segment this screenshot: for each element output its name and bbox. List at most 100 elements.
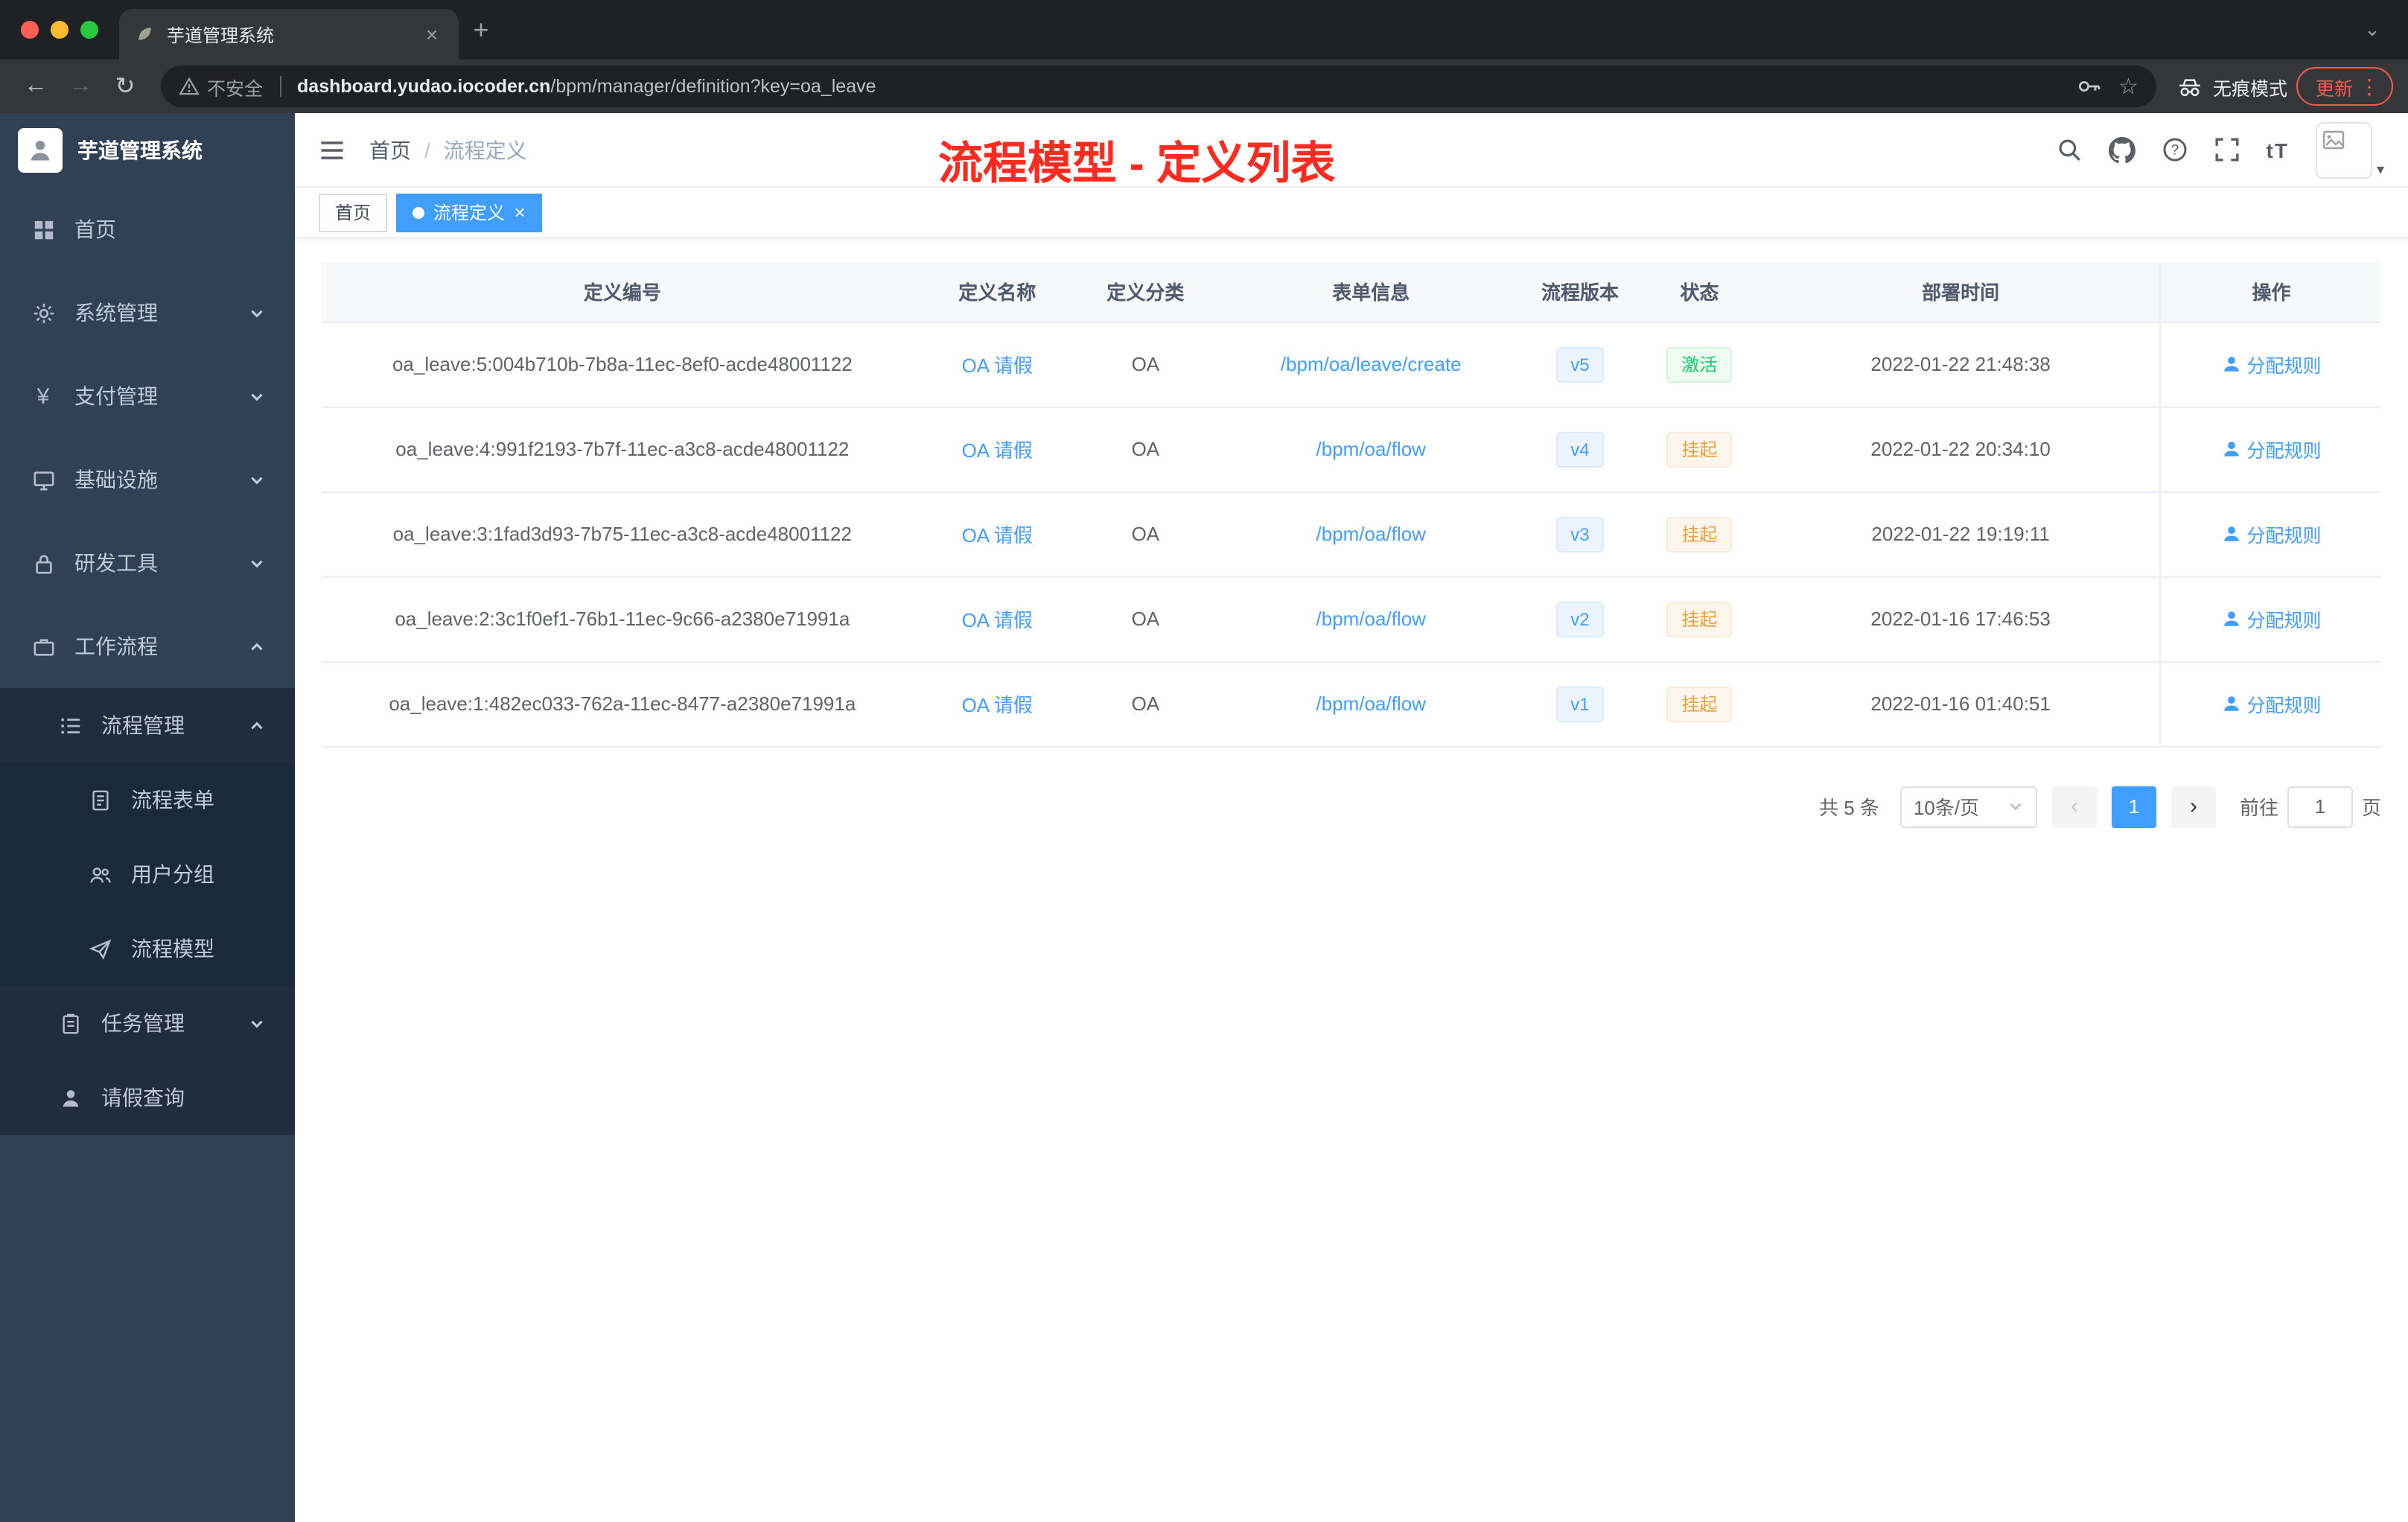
font-size-icon[interactable]: tT bbox=[2267, 138, 2289, 162]
form-info-link[interactable]: /bpm/oa/leave/create bbox=[1281, 353, 1462, 375]
sidebar-item-leave-query[interactable]: 请假查询 bbox=[0, 1060, 295, 1135]
search-icon[interactable] bbox=[2057, 137, 2082, 162]
status-badge: 挂起 bbox=[1666, 601, 1733, 637]
page-content: 定义编号 定义名称 定义分类 表单信息 流程版本 状态 部署时间 操作 oa_l… bbox=[295, 238, 2408, 1522]
sidebar-item-task-management[interactable]: 任务管理 bbox=[0, 986, 295, 1060]
definition-category: OA bbox=[1131, 608, 1160, 630]
definition-category: OA bbox=[1131, 523, 1160, 545]
tag-label: 首页 bbox=[335, 203, 372, 223]
sidebar-item-home[interactable]: 首页 bbox=[0, 188, 295, 271]
user-avatar-menu[interactable]: ▾ bbox=[2315, 121, 2384, 178]
address-bar[interactable]: 不安全 dashboard.yudao.iocoder.cn/bpm/manag… bbox=[161, 66, 2156, 107]
home-icon bbox=[30, 218, 57, 241]
tab-close-icon[interactable]: × bbox=[420, 22, 444, 46]
sidebar-item-label: 支付管理 bbox=[74, 384, 158, 408]
sidebar-item-workflow[interactable]: 工作流程 bbox=[0, 605, 295, 688]
bookmark-star-icon[interactable]: ☆ bbox=[2118, 73, 2138, 100]
help-icon[interactable]: ? bbox=[2162, 137, 2188, 162]
reload-button[interactable]: ↻ bbox=[104, 66, 146, 107]
sidebar-item-user-group[interactable]: 用户分组 bbox=[0, 837, 295, 911]
document-icon bbox=[86, 789, 113, 811]
status-badge: 挂起 bbox=[1666, 516, 1733, 552]
sidebar-item-process-model[interactable]: 流程模型 bbox=[0, 911, 295, 986]
password-key-icon[interactable] bbox=[2077, 74, 2100, 98]
definition-name-link[interactable]: OA 请假 bbox=[962, 694, 1033, 716]
assign-rule-label: 分配规则 bbox=[2246, 611, 2322, 631]
assign-rule-link[interactable]: 分配规则 bbox=[2221, 605, 2321, 633]
sidebar: 芋道管理系统 首页 系统管理 ¥ 支付管理 基础设施 研发工具 工作流程 流程管… bbox=[0, 113, 295, 1522]
breadcrumb-home[interactable]: 首页 bbox=[369, 135, 411, 165]
sidebar-item-system[interactable]: 系统管理 bbox=[0, 271, 295, 354]
tag-home[interactable]: 首页 bbox=[319, 193, 388, 232]
column-definition-name: 定义名称 bbox=[923, 262, 1071, 322]
lock-icon bbox=[30, 552, 57, 574]
chevron-down-icon bbox=[249, 305, 265, 321]
navbar-actions: ? tT ▾ bbox=[2057, 121, 2384, 178]
assign-rule-link[interactable]: 分配规则 bbox=[2221, 520, 2321, 548]
minimize-window-button[interactable] bbox=[51, 21, 69, 39]
chevron-down-icon bbox=[249, 388, 265, 404]
assign-rule-link[interactable]: 分配规则 bbox=[2221, 350, 2321, 378]
clipboard-icon bbox=[57, 1012, 83, 1034]
app-logo[interactable]: 芋道管理系统 bbox=[0, 113, 295, 188]
back-button[interactable]: ← bbox=[15, 66, 57, 107]
table-row: oa_leave:2:3c1f0ef1-76b1-11ec-9c66-a2380… bbox=[322, 576, 2381, 662]
form-info-link[interactable]: /bpm/oa/flow bbox=[1316, 608, 1426, 630]
close-window-button[interactable] bbox=[21, 21, 39, 39]
sidebar-item-dev-tools[interactable]: 研发工具 bbox=[0, 521, 295, 605]
status-badge: 挂起 bbox=[1666, 686, 1733, 722]
column-process-version: 流程版本 bbox=[1522, 262, 1638, 322]
workflow-submenu: 流程管理 流程表单 用户分组 流程模型 任务管理 请假查询 bbox=[0, 688, 295, 1135]
gear-icon bbox=[30, 302, 57, 324]
tags-view: 首页 流程定义 × bbox=[295, 188, 2408, 238]
deploy-time: 2022-01-22 21:48:38 bbox=[1870, 353, 2051, 375]
main-panel: 流程模型 - 定义列表 首页 / 流程定义 ? tT ▾ 首页 流程定义 × 定… bbox=[295, 113, 2408, 1522]
sidebar-item-payment[interactable]: ¥ 支付管理 bbox=[0, 354, 295, 438]
github-icon[interactable] bbox=[2108, 136, 2135, 163]
security-status[interactable]: 不安全 bbox=[179, 72, 263, 101]
form-info-link[interactable]: /bpm/oa/flow bbox=[1316, 523, 1426, 545]
page-1-button[interactable]: 1 bbox=[2111, 786, 2156, 827]
zoom-window-button[interactable] bbox=[80, 21, 98, 39]
next-page-button[interactable]: › bbox=[2170, 786, 2216, 827]
version-tag: v2 bbox=[1555, 601, 1605, 637]
sidebar-item-label: 研发工具 bbox=[74, 551, 158, 575]
form-info-link[interactable]: /bpm/oa/flow bbox=[1316, 438, 1426, 460]
user-icon bbox=[2221, 609, 2240, 628]
breadcrumb-separator: / bbox=[424, 138, 430, 162]
form-info-link[interactable]: /bpm/oa/flow bbox=[1316, 692, 1426, 715]
definition-name-link[interactable]: OA 请假 bbox=[962, 439, 1033, 462]
user-icon bbox=[2221, 524, 2240, 544]
sidebar-item-process-management[interactable]: 流程管理 bbox=[0, 688, 295, 762]
tag-close-icon[interactable]: × bbox=[514, 201, 525, 223]
browser-tab[interactable]: 芋道管理系统 × bbox=[119, 9, 459, 60]
definition-name-link[interactable]: OA 请假 bbox=[962, 609, 1033, 631]
tab-search-chevron-icon[interactable]: ⌄ bbox=[2351, 18, 2393, 42]
deploy-time: 2022-01-16 17:46:53 bbox=[1870, 608, 2051, 630]
assign-rule-link[interactable]: 分配规则 bbox=[2221, 690, 2321, 718]
sidebar-item-infrastructure[interactable]: 基础设施 bbox=[0, 438, 295, 521]
sidebar-item-process-form[interactable]: 流程表单 bbox=[0, 762, 295, 837]
definition-name-link[interactable]: OA 请假 bbox=[962, 524, 1033, 547]
fullscreen-icon[interactable] bbox=[2214, 137, 2240, 162]
chevron-down-icon bbox=[2007, 798, 2024, 815]
column-deploy-time: 部署时间 bbox=[1761, 262, 2161, 322]
tag-process-definition[interactable]: 流程定义 × bbox=[396, 193, 542, 232]
sidebar-item-label: 任务管理 bbox=[101, 1011, 185, 1035]
page-unit-label: 页 bbox=[2361, 797, 2381, 819]
page-size-select[interactable]: 10条/页 bbox=[1899, 786, 2037, 827]
chrome-update-button[interactable]: 更新 ⋮ bbox=[2296, 67, 2393, 106]
hamburger-icon[interactable] bbox=[319, 136, 345, 163]
monitor-icon bbox=[30, 468, 57, 491]
assign-rule-link[interactable]: 分配规则 bbox=[2221, 435, 2321, 463]
definition-name-link[interactable]: OA 请假 bbox=[962, 354, 1033, 377]
table-row: oa_leave:3:1fad3d93-7b75-11ec-a3c8-acde4… bbox=[322, 491, 2381, 577]
goto-page-input[interactable] bbox=[2287, 786, 2353, 827]
column-definition-category: 定义分类 bbox=[1071, 262, 1220, 322]
new-tab-button[interactable]: + bbox=[459, 7, 503, 52]
deploy-time: 2022-01-22 19:19:11 bbox=[1871, 523, 2050, 545]
status-badge: 激活 bbox=[1666, 346, 1733, 382]
definition-id: oa_leave:2:3c1f0ef1-76b1-11ec-9c66-a2380… bbox=[395, 608, 850, 630]
browser-menu-icon[interactable]: ⋮ bbox=[2359, 74, 2380, 99]
definition-id: oa_leave:5:004b710b-7b8a-11ec-8ef0-acde4… bbox=[392, 353, 853, 375]
